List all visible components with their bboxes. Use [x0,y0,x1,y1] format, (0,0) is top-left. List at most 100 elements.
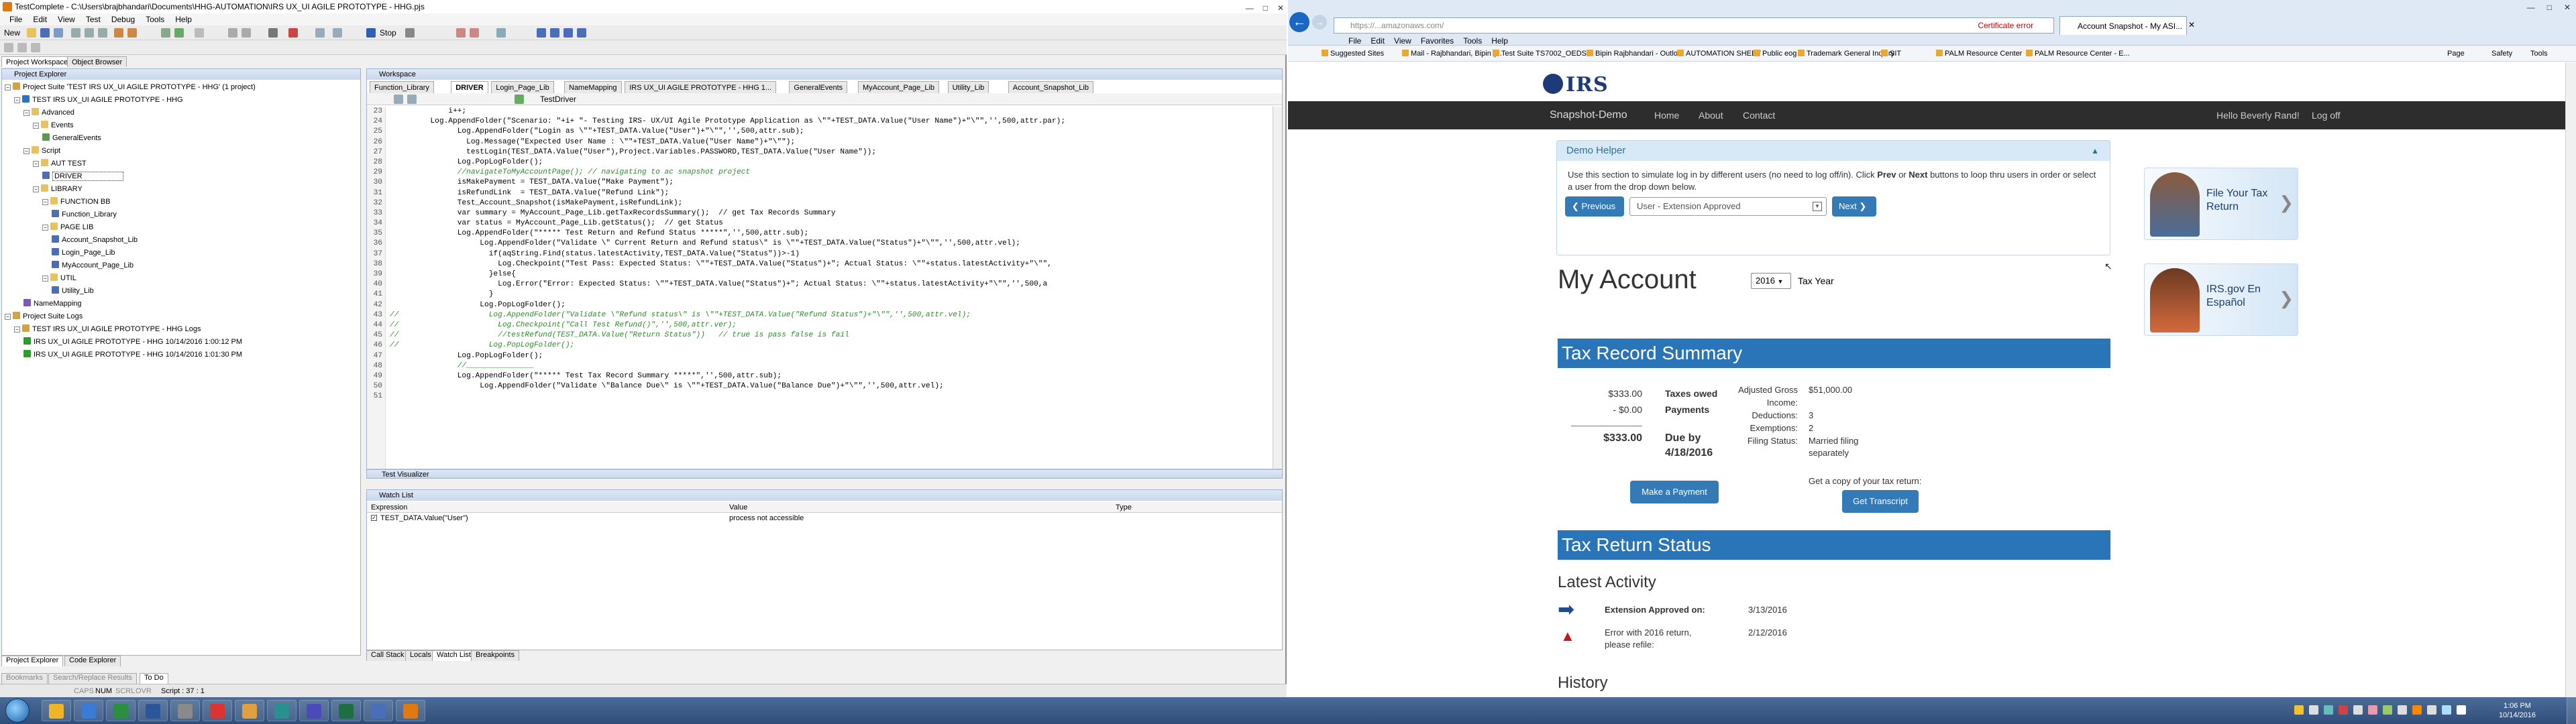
code-line[interactable]: Log.Message("Expected User Name : \""+TE… [390,137,1262,147]
run-icon[interactable] [174,28,184,38]
tool-icon[interactable] [496,28,506,38]
forward-arrow-icon[interactable]: → [1312,15,1327,29]
editor-tab[interactable]: Utility_Lib [947,81,989,93]
taskbar-app[interactable] [74,700,103,721]
tree-item[interactable]: Account_Snapshot_Lib [52,234,138,247]
nav-about[interactable]: About [1699,101,1723,129]
nav-forward-icon[interactable] [407,95,417,104]
code-line[interactable]: if(aqString.Find(status.latestActivity,T… [390,249,1262,259]
previous-button[interactable]: ❮ Previous [1565,196,1624,217]
code-line[interactable]: Log.AppendFolder("Login as \""+TEST_DATA… [390,127,1262,137]
stop-options-icon[interactable] [405,28,415,38]
tree-expander-icon[interactable]: − [42,225,48,231]
cut-icon[interactable] [71,28,80,38]
favorite-link[interactable]: AUTOMATION SHEET [1677,46,1761,62]
editor-tab[interactable]: MyAccount_Page_Lib [858,81,940,93]
routine-selector[interactable]: TestDriver [540,93,576,105]
code-line[interactable]: i++; [390,107,1262,117]
code-line[interactable]: //navigateToMyAccountPage(); // navigati… [390,168,1262,178]
pause-icon[interactable] [195,28,204,38]
tree-expander-icon[interactable]: − [14,326,20,333]
redo-icon[interactable] [127,28,137,38]
favorite-link[interactable]: Public eog [1754,46,1796,62]
tree-item[interactable]: Function_Library [52,208,117,221]
browser-menu-favorites[interactable]: Favorites [1421,36,1454,46]
browser-tab[interactable]: Account Snapshot - My ASI... [2059,16,2187,35]
tree-expander-icon[interactable]: − [5,84,11,90]
taskbar-app[interactable] [267,700,297,721]
save-icon[interactable] [40,28,50,38]
tree-item[interactable]: − PAGE LIB [42,221,93,234]
tree-expander-icon[interactable]: − [23,148,30,154]
browser-menu-edit[interactable]: Edit [1371,36,1385,46]
taskbar-clock[interactable]: 1:06 PM 10/14/2016 [2499,701,2536,720]
code-line[interactable]: Log.AppendFolder("***** Test Tax Record … [390,371,1262,381]
favorite-link[interactable]: PALM Resource Center - E... [2026,46,2130,62]
tool-icon[interactable] [456,28,466,38]
taskbar-app[interactable] [331,700,361,721]
tray-icon[interactable] [2427,705,2436,715]
tree-item[interactable]: − FUNCTION BB [42,196,111,208]
code-line[interactable]: }else{ [390,269,1262,280]
code-line[interactable]: } [390,290,1262,300]
editor-tab[interactable]: Function_Library [370,81,434,93]
nav-back-icon[interactable] [394,95,403,104]
code-line[interactable]: isRefundLink = TEST_DATA.Value("Refund L… [390,188,1262,198]
tree-item[interactable]: − UTIL [42,272,76,285]
tree-expander-icon[interactable]: − [23,110,30,116]
tree-item[interactable]: − LIBRARY [33,183,83,196]
debug-icon[interactable] [228,28,237,38]
close-icon[interactable]: ✕ [1277,1,1284,15]
tab-object-browser[interactable]: Object Browser [67,56,127,67]
tree-item[interactable]: − TEST IRS UX_UI AGILE PROTOTYPE - HHG [14,94,183,107]
tray-icon[interactable] [2383,705,2392,715]
nav-contact[interactable]: Contact [1743,101,1775,129]
browser-command-safety[interactable]: Safety [2491,46,2512,62]
tab-project-explorer[interactable]: Project Explorer [1,656,64,666]
tree-item[interactable]: − Script [23,145,60,158]
minimize-icon[interactable]: — [1246,1,1254,15]
taskbar-app[interactable] [235,700,264,721]
next-button[interactable]: Next ❯ [1832,196,1876,217]
editor-tab[interactable]: Account_Snapshot_Lib [1008,81,1093,93]
tray-icon[interactable] [2368,705,2377,715]
taskbar-app[interactable] [138,700,168,721]
menu-debug[interactable]: Debug [106,13,140,25]
tree-expander-icon[interactable]: − [33,161,39,167]
layout-icon[interactable] [564,28,573,38]
browser-menu-view[interactable]: View [1394,36,1411,46]
tree-item[interactable]: − Project Suite 'TEST IRS UX_UI AGILE PRO… [5,81,256,94]
tray-icon[interactable] [2412,705,2422,715]
tool-icon[interactable] [315,28,325,38]
tree-expander-icon[interactable]: − [33,186,39,192]
tray-icon[interactable] [2398,705,2407,715]
tab-call-stack[interactable]: Call Stack [366,650,409,661]
code-line[interactable]: var summary = MyAccount_Page_Lib.getTaxR… [390,208,1262,219]
favorite-link[interactable]: Mail - Rajbhandari, Bipin (... [1402,46,1502,62]
minimize-icon[interactable]: — [2527,3,2535,12]
editor-tab[interactable]: NameMapping [564,81,622,93]
file-tax-return-promo[interactable]: File Your Tax Return ❯ [2144,168,2298,240]
tray-icon[interactable] [2294,705,2304,715]
new-button[interactable]: New [4,28,20,38]
column-value[interactable]: Value [729,502,747,513]
layout-icon[interactable] [537,28,546,38]
copy-icon[interactable] [85,28,94,38]
nav-home[interactable]: Home [1654,101,1679,129]
watch-list-row[interactable]: ✓ TEST_DATA.Value("User") process not ac… [367,513,1282,524]
tab-locals[interactable]: Locals [405,650,436,661]
editor-vertical-scrollbar[interactable] [1273,107,1282,469]
code-line[interactable]: Log.Checkpoint("Test Pass: Expected Stat… [390,259,1262,269]
code-line[interactable]: Log.PopLogFolder(); [390,300,1262,310]
demo-helper-header[interactable]: Demo Helper ▲ [1557,141,2110,161]
make-payment-button[interactable]: Make a Payment [1630,481,1719,503]
tree-expander-icon[interactable]: − [33,123,39,129]
back-arrow-icon[interactable]: ← [1289,12,1309,32]
code-line[interactable] [390,391,1262,402]
browser-command-page[interactable]: Page [2447,46,2465,62]
code-line[interactable]: testLogin(TEST_DATA.Value("User"),Projec… [390,147,1262,158]
code-line[interactable]: Log.PopLogFolder(); [390,158,1262,168]
taskbar-app[interactable] [364,700,393,721]
tool-icon[interactable] [17,43,27,52]
certificate-error-badge[interactable]: Certificate error [1978,18,2033,33]
